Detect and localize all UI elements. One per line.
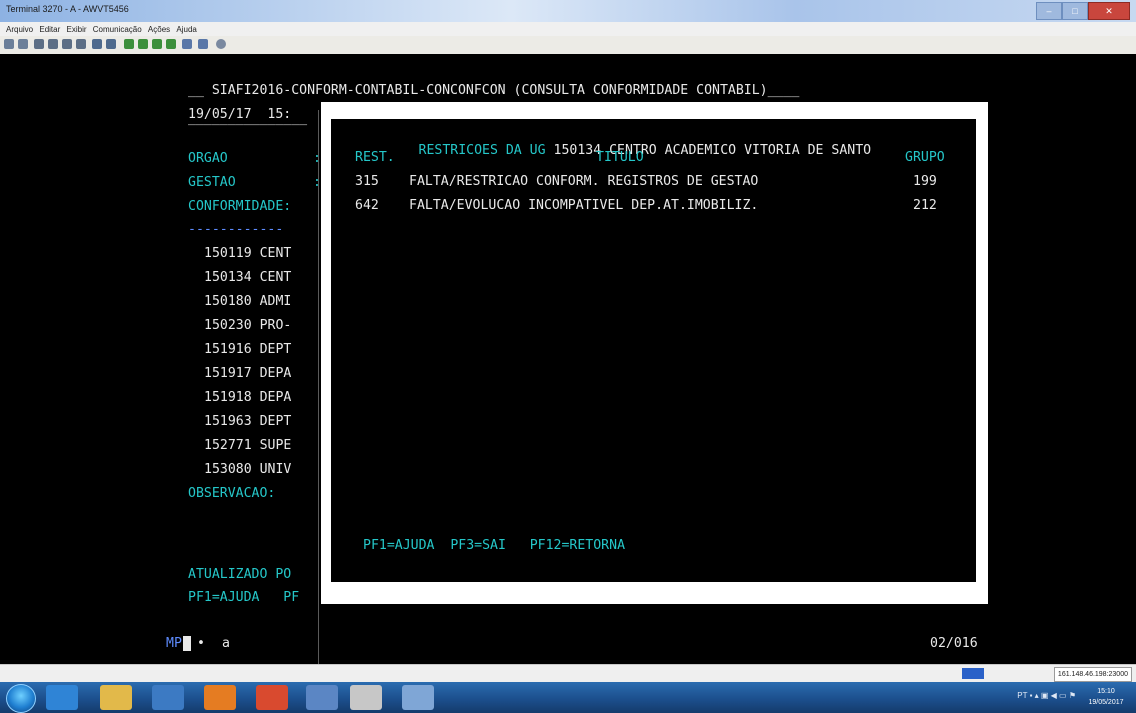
system-tray[interactable]: PT ▪ ▴ ▣ ◀ ▭ ⚑ bbox=[1017, 691, 1076, 705]
rest-code: 315 bbox=[355, 174, 379, 189]
firefox-icon[interactable] bbox=[204, 685, 236, 710]
keypad-icon[interactable] bbox=[152, 39, 162, 49]
ug-row[interactable]: 151917 DEPA bbox=[204, 366, 291, 382]
popup-title-prefix: RESTRICOES DA UG bbox=[418, 143, 554, 158]
connection-icon bbox=[962, 668, 984, 679]
window-controls: – □ ✕ bbox=[1036, 2, 1130, 20]
file-explorer-icon[interactable] bbox=[100, 685, 132, 710]
menu-item-exibir[interactable]: Exibir bbox=[67, 25, 87, 34]
text-cursor bbox=[183, 636, 191, 651]
restriction-title: FALTA/EVOLUCAO INCOMPATIVEL DEP.AT.IMOBI… bbox=[409, 198, 759, 213]
clock-time: 15:10 bbox=[1097, 688, 1115, 695]
ug-row[interactable]: 150134 CENT bbox=[204, 270, 291, 286]
popup-content: RESTRICOES DA UG 150134 CENTRO ACADEMICO… bbox=[331, 119, 976, 582]
ug-row[interactable]: 151963 DEPT bbox=[204, 414, 291, 430]
operator-status: MP bbox=[166, 636, 182, 651]
gear-icon[interactable] bbox=[198, 39, 208, 49]
language-indicator: PT bbox=[1017, 691, 1028, 700]
gestao-label: GESTAO bbox=[188, 175, 236, 190]
terminal-screen[interactable]: __ SIAFI2016-CONFORM-CONTABIL-CONCONFCON… bbox=[0, 54, 1136, 664]
group-code: 199 bbox=[913, 174, 937, 189]
popup-pf-footer: PF1=AJUDA PF3=SAI PF12=RETORNA bbox=[363, 538, 626, 553]
paste-icon[interactable] bbox=[18, 39, 28, 49]
media-player-icon[interactable] bbox=[152, 685, 184, 710]
ug-row[interactable]: 153080 UNIV bbox=[204, 462, 291, 478]
maximize-button[interactable]: □ bbox=[1062, 2, 1088, 20]
copy-icon[interactable] bbox=[4, 39, 14, 49]
document-icon[interactable] bbox=[306, 685, 338, 710]
orgao-label: ORGAO bbox=[188, 151, 228, 166]
restriction-title: FALTA/RESTRICAO CONFORM. REGISTROS DE GE… bbox=[409, 174, 759, 189]
col-header-rest: REST. bbox=[355, 150, 395, 165]
group-code: 212 bbox=[913, 198, 937, 213]
page-indicator: 02/016 bbox=[930, 636, 978, 651]
minimize-button[interactable]: – bbox=[1036, 2, 1062, 20]
ug-row[interactable]: 152771 SUPE bbox=[204, 438, 291, 454]
play-icon[interactable] bbox=[106, 39, 116, 49]
chrome-icon[interactable] bbox=[256, 685, 288, 710]
spreadsheet-icon[interactable] bbox=[350, 685, 382, 710]
col-header-titulo: TITULO bbox=[596, 150, 644, 165]
host-address: 161.148.46.198:23000 bbox=[1053, 667, 1132, 682]
settings-icon[interactable] bbox=[182, 39, 192, 49]
taskbar: PT ▪ ▴ ▣ ◀ ▭ ⚑ 15:10 19/05/2017 bbox=[0, 682, 1136, 713]
macro-icon[interactable] bbox=[76, 39, 86, 49]
ug-row[interactable]: 151916 DEPT bbox=[204, 342, 291, 358]
ug-row[interactable]: 150230 PRO- bbox=[204, 318, 291, 334]
print-icon[interactable] bbox=[34, 39, 44, 49]
menu-bar: Arquivo Editar Exibir Comunicação Ações … bbox=[0, 22, 1136, 36]
start-button[interactable] bbox=[6, 684, 36, 713]
atualizado-label: ATUALIZADO PO bbox=[188, 567, 292, 582]
col-header-grupo: GRUPO bbox=[905, 150, 945, 165]
screen-header: SIAFI2016-CONFORM-CONTABIL-CONCONFCON (C… bbox=[211, 83, 768, 98]
internet-explorer-icon[interactable] bbox=[46, 685, 78, 710]
separator-dashes: ------------ bbox=[188, 222, 284, 237]
menu-item-arquivo[interactable]: Arquivo bbox=[6, 25, 33, 34]
conformidade-label: CONFORMIDADE: bbox=[188, 199, 292, 214]
menu-item-ajuda[interactable]: Ajuda bbox=[176, 25, 196, 34]
clock[interactable]: 15:10 19/05/2017 bbox=[1084, 686, 1128, 708]
pf-keys-footer: PF1=AJUDA PF bbox=[188, 590, 300, 605]
send-icon[interactable] bbox=[48, 39, 58, 49]
observacao-label: OBSERVACAO: bbox=[188, 486, 276, 501]
window-title: Terminal 3270 - A - AWVT5456 bbox=[6, 4, 129, 14]
receive-icon[interactable] bbox=[62, 39, 72, 49]
window-titlebar[interactable]: Terminal 3270 - A - AWVT5456 – □ ✕ bbox=[0, 0, 1136, 22]
ug-row[interactable]: 150180 ADMI bbox=[204, 294, 291, 310]
clock-date: 19/05/2017 bbox=[1088, 699, 1124, 706]
rest-code: 642 bbox=[355, 198, 379, 213]
restricoes-popup[interactable]: RESTRICOES DA UG 150134 CENTRO ACADEMICO… bbox=[321, 102, 988, 604]
help-icon[interactable] bbox=[216, 39, 226, 49]
status-bar: 161.148.46.198:23000 bbox=[0, 664, 1136, 683]
menu-item-acoes[interactable]: Ações bbox=[148, 25, 170, 34]
ug-row[interactable]: 151918 DEPA bbox=[204, 390, 291, 406]
record-icon[interactable] bbox=[92, 39, 102, 49]
keypad-icon[interactable] bbox=[138, 39, 148, 49]
toolbar bbox=[0, 36, 1136, 55]
ug-row[interactable]: 150119 CENT bbox=[204, 246, 291, 262]
terminal-icon[interactable] bbox=[402, 685, 434, 710]
menu-item-editar[interactable]: Editar bbox=[39, 25, 60, 34]
keypad-icon[interactable] bbox=[124, 39, 134, 49]
field-divider bbox=[318, 110, 319, 664]
status-mark: a bbox=[222, 636, 230, 651]
close-button[interactable]: ✕ bbox=[1088, 2, 1130, 20]
menu-item-comunicacao[interactable]: Comunicação bbox=[93, 25, 142, 34]
keypad-icon[interactable] bbox=[166, 39, 176, 49]
